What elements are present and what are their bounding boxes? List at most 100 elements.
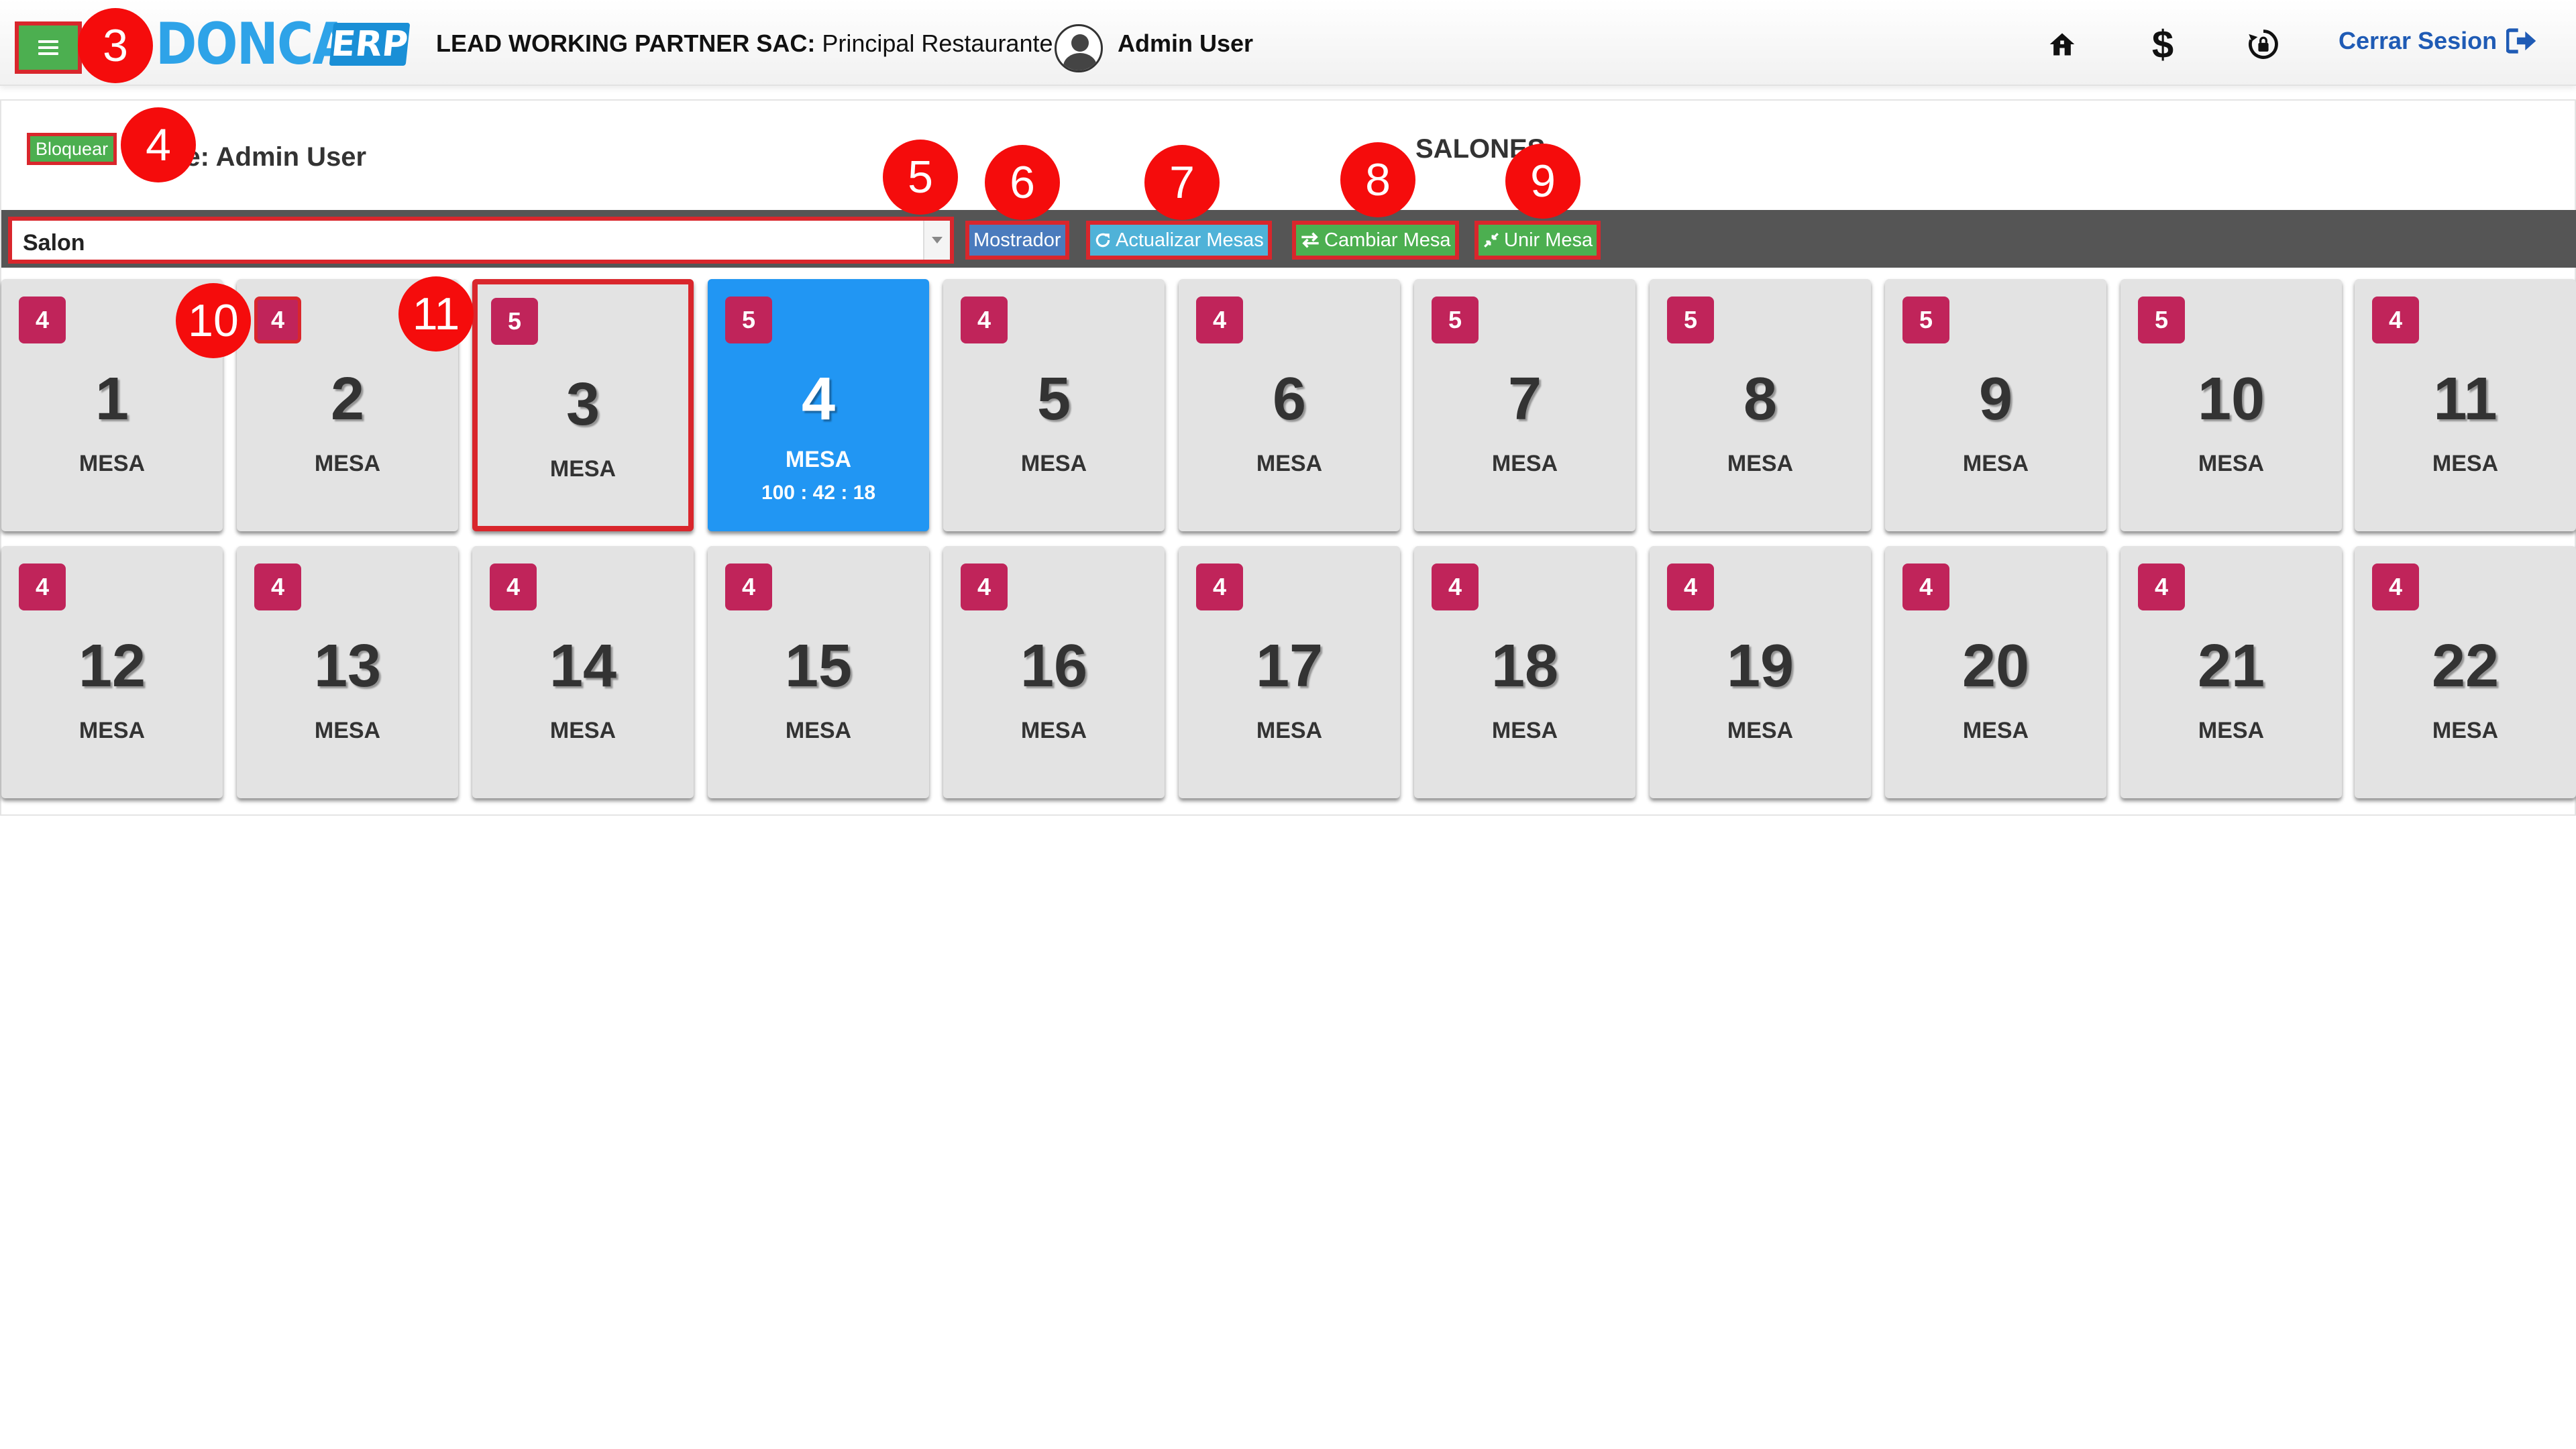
capacity-badge: 4: [2372, 297, 2419, 343]
table-card[interactable]: 4 6 MESA: [1179, 279, 1400, 531]
callout-marker: 8: [1340, 142, 1415, 217]
table-card[interactable]: 4 22 MESA: [2355, 546, 2576, 798]
table-card[interactable]: 4 16 MESA: [943, 546, 1165, 798]
table-number: 6: [1272, 366, 1307, 433]
table-label: MESA: [314, 451, 381, 476]
capacity-badge: 4: [19, 564, 66, 610]
sign-out-icon: [2506, 28, 2536, 54]
capacity-badge: 4: [1667, 564, 1714, 610]
table-label: MESA: [78, 718, 146, 743]
dollar-icon[interactable]: $: [2144, 23, 2182, 66]
table-card[interactable]: 4 17 MESA: [1179, 546, 1400, 798]
capacity-badge: 4: [1196, 564, 1243, 610]
table-card[interactable]: 5 7 MESA: [1414, 279, 1635, 531]
table-number: 18: [1491, 633, 1559, 700]
tables-toolbar: Salon Mostrador Actualizar Mesas Cambiar…: [1, 210, 2576, 268]
salon-select[interactable]: Salon: [8, 217, 954, 264]
logout-link[interactable]: Cerrar Sesion: [2339, 27, 2537, 55]
table-label: MESA: [1727, 718, 1794, 743]
table-number: 10: [2197, 366, 2265, 433]
logo-text: DONCA: [156, 11, 351, 78]
table-card[interactable]: 4 20 MESA: [1885, 546, 2106, 798]
table-number: 19: [1726, 633, 1794, 700]
table-card[interactable]: 4 14 MESA: [472, 546, 694, 798]
table-card[interactable]: 4 11 MESA: [2355, 279, 2576, 531]
capacity-badge: 4: [961, 297, 1008, 343]
table-number: 16: [1020, 633, 1088, 700]
refresh-icon: [1095, 233, 1110, 248]
mostrador-label: Mostrador: [973, 229, 1061, 251]
home-icon[interactable]: [2043, 25, 2081, 63]
table-number: 17: [1255, 633, 1324, 700]
table-number: 3: [566, 371, 600, 438]
table-card-occupied[interactable]: 5 4 MESA 100 : 42 : 18: [708, 279, 929, 531]
exchange-icon: [1301, 232, 1319, 248]
company-info: LEAD WORKING PARTNER SAC: Principal Rest…: [436, 30, 1066, 58]
table-label: MESA: [549, 456, 616, 482]
table-card[interactable]: 5 10 MESA: [2121, 279, 2342, 531]
capacity-badge: 4: [19, 297, 66, 343]
bloquear-button[interactable]: Bloquear: [27, 133, 117, 165]
table-card[interactable]: 4 21 MESA: [2121, 546, 2342, 798]
table-number: 5: [1036, 366, 1071, 433]
cambiar-mesa-label: Cambiar Mesa: [1324, 229, 1451, 251]
table-card[interactable]: 4 18 MESA: [1414, 546, 1635, 798]
table-label: MESA: [2198, 451, 2265, 476]
table-number: 22: [2431, 633, 2500, 700]
callout-marker: 9: [1505, 144, 1580, 219]
table-timer: 100 : 42 : 18: [761, 482, 876, 504]
capacity-badge: 5: [1667, 297, 1714, 343]
table-number: 12: [78, 633, 146, 700]
lock-refresh-icon[interactable]: [2245, 25, 2282, 63]
table-label: MESA: [2432, 718, 2499, 743]
capacity-badge: 5: [1902, 297, 1949, 343]
table-card[interactable]: 4 13 MESA: [237, 546, 458, 798]
table-number: 7: [1507, 366, 1542, 433]
table-card[interactable]: 4 15 MESA: [708, 546, 929, 798]
table-card[interactable]: 5 3 MESA: [472, 279, 694, 531]
capacity-badge[interactable]: 4: [254, 297, 301, 343]
branch-name: Principal Restaurante |: [815, 30, 1066, 57]
actualizar-mesas-label: Actualizar Mesas: [1116, 229, 1264, 251]
capacity-badge: 4: [254, 564, 301, 610]
table-number: 20: [1962, 633, 2030, 700]
cambiar-mesa-button[interactable]: Cambiar Mesa: [1292, 221, 1459, 260]
table-number: 8: [1743, 366, 1778, 433]
table-label: MESA: [1020, 451, 1087, 476]
actualizar-mesas-button[interactable]: Actualizar Mesas: [1086, 221, 1272, 260]
unir-mesa-button[interactable]: Unir Mesa: [1474, 221, 1601, 260]
logo-badge: ERP: [329, 23, 411, 66]
table-number: 15: [784, 633, 853, 700]
mostrador-button[interactable]: Mostrador: [965, 221, 1069, 260]
table-card[interactable]: 4 12 MESA: [1, 546, 223, 798]
salon-select-value: Salon: [23, 230, 85, 256]
table-label: MESA: [314, 718, 381, 743]
user-name: Admin User: [1118, 30, 1254, 57]
compress-icon: [1484, 233, 1499, 248]
table-card[interactable]: 4 19 MESA: [1650, 546, 1871, 798]
logout-label: Cerrar Sesion: [2339, 27, 2498, 54]
callout-marker: 5: [883, 140, 958, 215]
table-label: MESA: [1491, 451, 1558, 476]
table-number: 4: [801, 366, 836, 433]
menu-toggle-button[interactable]: [15, 21, 82, 74]
company-name: LEAD WORKING PARTNER SAC:: [436, 30, 816, 57]
table-label: MESA: [1256, 451, 1323, 476]
table-card[interactable]: 4 5 MESA: [943, 279, 1165, 531]
table-number: 2: [330, 366, 365, 433]
table-card[interactable]: 5 8 MESA: [1650, 279, 1871, 531]
table-label: MESA: [2432, 451, 2499, 476]
chevron-down-icon[interactable]: [923, 221, 950, 260]
table-number: 11: [2433, 366, 2498, 433]
table-label: MESA: [1962, 718, 2029, 743]
table-card[interactable]: 5 9 MESA: [1885, 279, 2106, 531]
table-label: MESA: [1727, 451, 1794, 476]
capacity-badge: 4: [961, 564, 1008, 610]
capacity-badge: 4: [490, 564, 537, 610]
capacity-badge: 5: [491, 298, 538, 345]
callout-marker: 4: [121, 107, 196, 182]
table-number: 21: [2197, 633, 2265, 700]
table-label: MESA: [1256, 718, 1323, 743]
table-label: MESA: [785, 447, 852, 472]
callout-marker: 3: [78, 8, 153, 83]
